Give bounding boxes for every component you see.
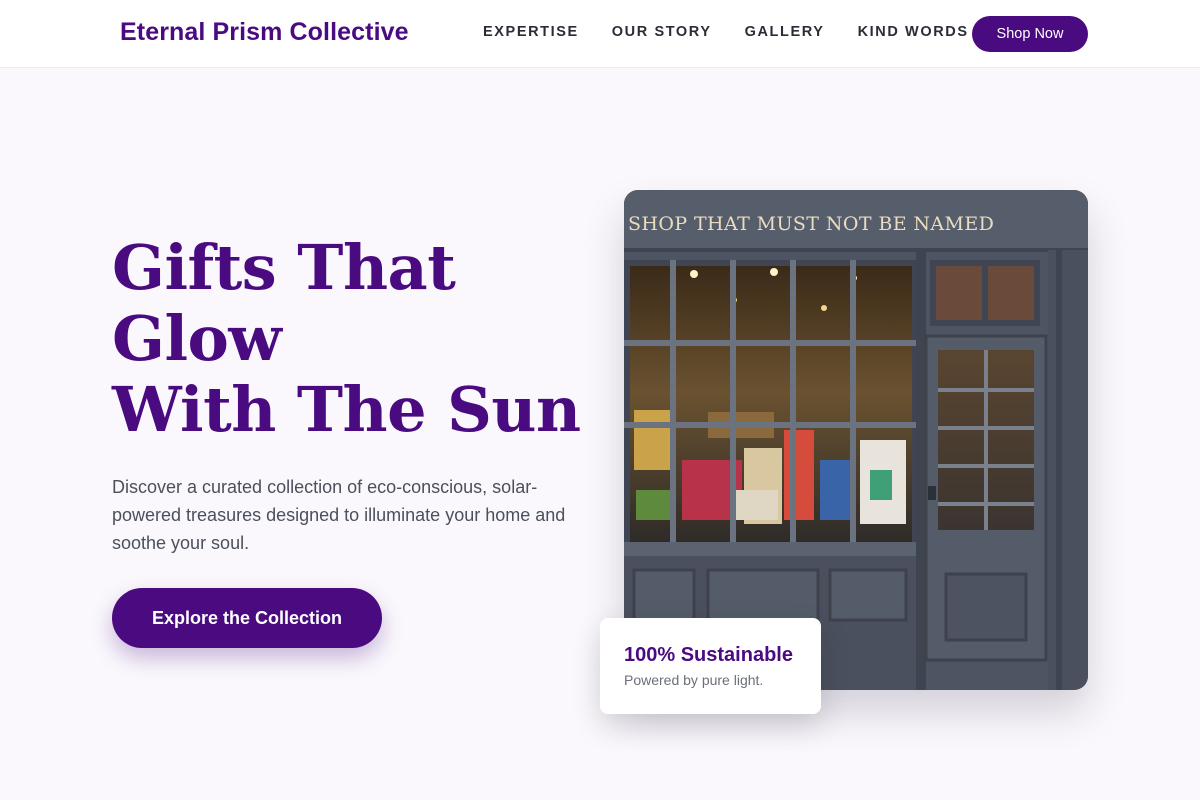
nav-link-our-story[interactable]: OUR STORY [612, 24, 712, 40]
badge-subtitle: Powered by pure light. [624, 672, 764, 688]
brand-logo[interactable]: Eternal Prism Collective [120, 18, 409, 47]
nav-link-gallery[interactable]: GALLERY [745, 24, 825, 40]
hero-title-line: With The Sun [112, 373, 581, 446]
hero-title: Gifts That Glow With The Sun [112, 232, 602, 445]
shop-now-button[interactable]: Shop Now [972, 16, 1088, 52]
explore-collection-button[interactable]: Explore the Collection [112, 588, 382, 648]
nav-link-kind-words[interactable]: KIND WORDS [858, 24, 969, 40]
main-nav: EXPERTISE OUR STORY GALLERY KIND WORDS [483, 24, 969, 40]
site-header: Eternal Prism Collective EXPERTISE OUR S… [0, 0, 1200, 68]
hero-title-line: Gifts That [112, 231, 456, 304]
nav-link-expertise[interactable]: EXPERTISE [483, 24, 579, 40]
hero-title-line: Glow [112, 302, 282, 375]
shop-sign-text: SHOP THAT MUST NOT BE NAMED [628, 213, 994, 235]
hero-description: Discover a curated collection of eco-con… [112, 477, 566, 553]
sustainability-badge: 100% Sustainable Powered by pure light. [600, 618, 821, 714]
badge-title: 100% Sustainable [624, 644, 793, 666]
storefront-photo: SHOP THAT MUST NOT BE NAMED [624, 190, 1088, 690]
